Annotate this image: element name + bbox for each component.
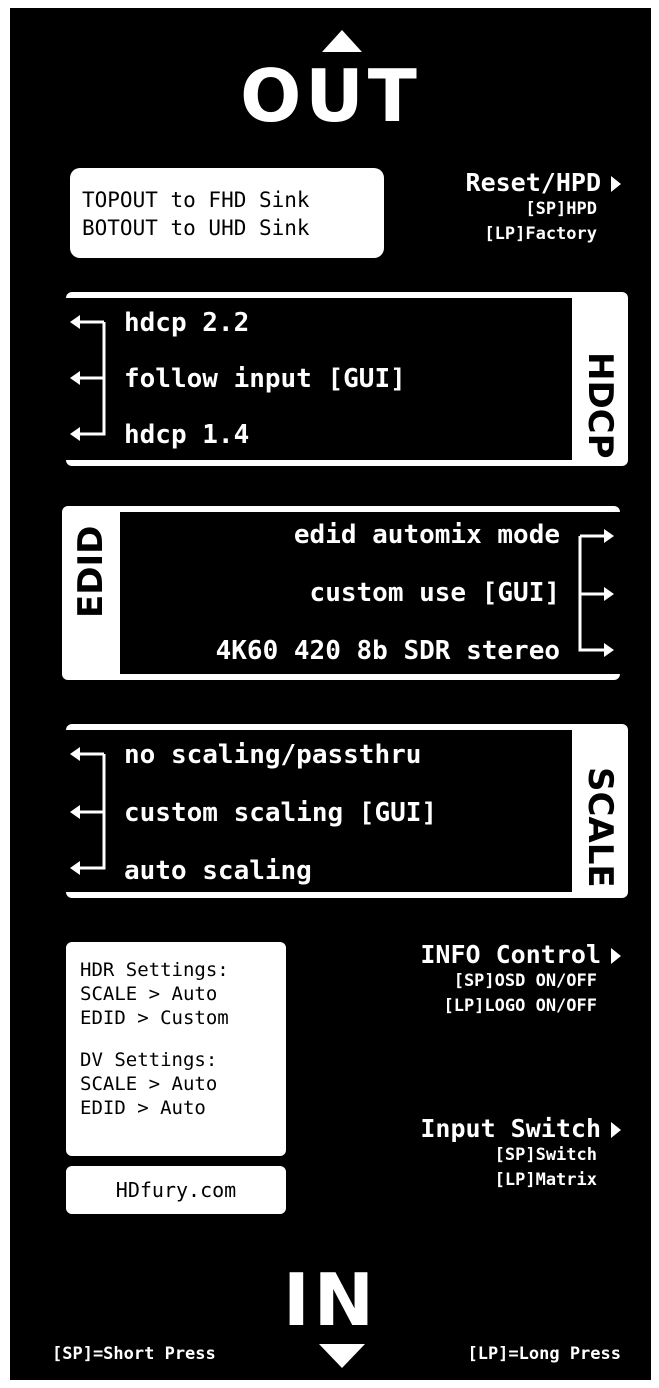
dv-scale-setting: SCALE > Auto (80, 1073, 218, 1095)
reset-short-press: [SP]HPD (525, 199, 597, 219)
arrow-right-icon (611, 948, 621, 964)
hdcp-option-2[interactable]: follow input [GUI] (124, 364, 406, 394)
hdr-edid-setting: EDID > Custom (80, 1007, 229, 1029)
hdr-scale-setting: SCALE > Auto (80, 983, 218, 1005)
hdcp-option-1[interactable]: hdcp 2.2 (124, 308, 249, 338)
website-box: HDfury.com (66, 1166, 286, 1214)
website-label: HDfury.com (115, 1178, 237, 1202)
input-switch-short-press: [SP]Switch (494, 1145, 597, 1165)
edid-section: EDID edid automix mode custom use [GUI] … (62, 506, 620, 680)
info-long-press: [LP]LOGO ON/OFF (443, 996, 597, 1016)
long-press-legend: [LP]=Long Press (467, 1344, 621, 1364)
edid-option-3[interactable]: 4K60 420 8b SDR stereo (216, 636, 560, 666)
info-control-label: INFO Control (420, 940, 601, 969)
hdcp-section: hdcp 2.2 follow input [GUI] hdcp 1.4 HDC… (66, 292, 628, 466)
device-panel: OUT TOPOUT to FHD Sink BOTOUT to UHD Sin… (10, 8, 651, 1380)
edid-option-2[interactable]: custom use [GUI] (310, 578, 560, 608)
scale-option-3[interactable]: auto scaling (124, 856, 312, 886)
hdcp-option-3[interactable]: hdcp 1.4 (124, 420, 249, 450)
info-short-press: [SP]OSD ON/OFF (453, 971, 597, 991)
arrow-right-icon (611, 176, 621, 192)
edid-option-1[interactable]: edid automix mode (294, 520, 560, 550)
dv-edid-setting: EDID > Auto (80, 1097, 206, 1119)
short-press-legend: [SP]=Short Press (52, 1344, 216, 1364)
settings-notes-box: HDR Settings: SCALE > Auto EDID > Custom… (66, 942, 286, 1156)
info-line-2: BOTOUT to UHD Sink (82, 216, 310, 240)
input-switch-long-press: [LP]Matrix (494, 1170, 597, 1190)
reset-hpd-label: Reset/HPD (465, 168, 601, 197)
hdcp-title: HDCP (580, 352, 620, 459)
out-label: OUT (240, 54, 421, 138)
dv-settings-title: DV Settings: (80, 1049, 218, 1071)
hdr-settings-title: HDR Settings: (80, 959, 229, 981)
left-arrow-bracket-icon (70, 315, 106, 441)
left-arrow-bracket-icon (70, 747, 106, 875)
scale-option-1[interactable]: no scaling/passthru (124, 740, 421, 770)
arrow-down-icon (319, 1344, 365, 1368)
in-label: IN (282, 1258, 379, 1342)
scale-option-2[interactable]: custom scaling [GUI] (124, 798, 437, 828)
info-line-1: TOPOUT to FHD Sink (82, 188, 310, 212)
input-switch-label: Input Switch (420, 1114, 601, 1143)
scale-title: SCALE (580, 767, 620, 888)
scale-section: no scaling/passthru custom scaling [GUI]… (66, 724, 628, 898)
reset-long-press: [LP]Factory (484, 224, 597, 244)
input-switch-button[interactable]: Input Switch [SP]Switch [LP]Matrix (420, 1114, 621, 1193)
right-arrow-bracket-icon (578, 529, 614, 657)
edid-title: EDID (71, 525, 111, 618)
info-control-button[interactable]: INFO Control [SP]OSD ON/OFF [LP]LOGO ON/… (420, 940, 621, 1019)
reset-hpd-button[interactable]: Reset/HPD [SP]HPD [LP]Factory (466, 168, 621, 247)
output-info-box: TOPOUT to FHD Sink BOTOUT to UHD Sink (70, 168, 384, 258)
arrow-right-icon (611, 1122, 621, 1138)
arrow-up-icon (322, 30, 362, 52)
